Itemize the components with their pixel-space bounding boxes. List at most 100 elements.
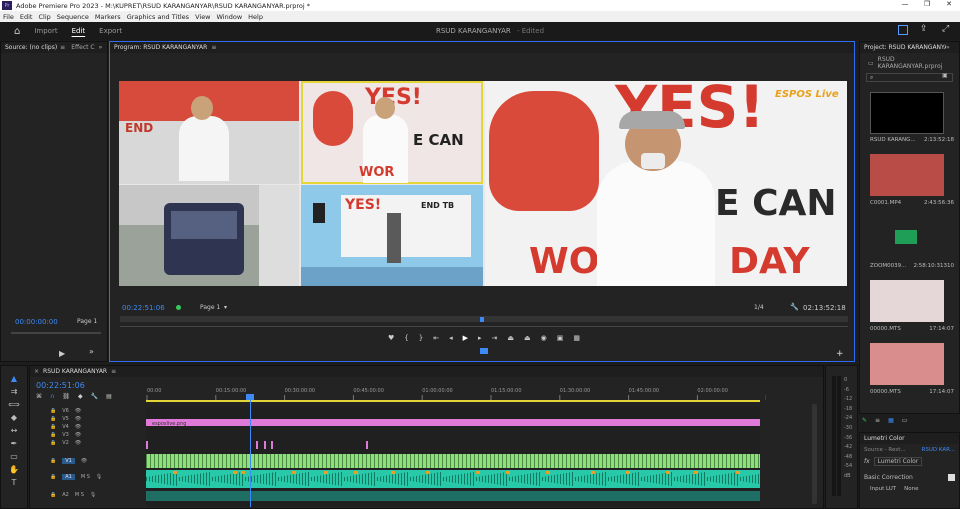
program-page[interactable]: Page 1 <box>200 304 220 311</box>
v1-clip-edge[interactable] <box>674 454 675 468</box>
a1-waveform[interactable] <box>191 475 192 483</box>
a1-waveform[interactable] <box>470 472 471 486</box>
step-forward-icon[interactable]: ▸ <box>478 334 482 342</box>
a1-marker[interactable] <box>173 471 177 474</box>
a1-waveform[interactable] <box>731 473 732 485</box>
a1-waveform[interactable] <box>425 474 426 484</box>
v1-clip-edge[interactable] <box>566 454 567 468</box>
step-back-icon[interactable]: ◂ <box>449 334 453 342</box>
track-select-icon[interactable]: ⇉ <box>11 387 18 396</box>
a1-waveform[interactable] <box>290 475 291 483</box>
a1-waveform[interactable] <box>386 475 387 483</box>
slip-tool-icon[interactable]: ↔ <box>11 426 18 435</box>
a1-waveform[interactable] <box>179 477 180 481</box>
lock-icon[interactable]: 🔒 <box>50 458 56 464</box>
lumetri-effect-select[interactable]: Lumetri Color <box>873 457 923 466</box>
v1-clip-edge[interactable] <box>454 454 455 468</box>
v1-clip-edge[interactable] <box>354 454 355 468</box>
v1-clip-edge[interactable] <box>642 454 643 468</box>
a1-waveform[interactable] <box>659 474 660 484</box>
v1-clip-edge[interactable] <box>418 454 419 468</box>
a1-waveform[interactable] <box>593 474 594 484</box>
v1-clip-edge[interactable] <box>670 454 671 468</box>
v1-clip-edge[interactable] <box>246 454 247 468</box>
basic-correction-label[interactable]: Basic Correction <box>864 474 913 481</box>
a1-waveform[interactable] <box>158 475 159 483</box>
v1-clip-edge[interactable] <box>470 454 471 468</box>
a1-waveform[interactable] <box>626 474 627 484</box>
v1-clip-edge[interactable] <box>326 454 327 468</box>
a1-waveform[interactable] <box>245 477 246 481</box>
a1-waveform[interactable] <box>266 473 267 485</box>
a1-waveform[interactable] <box>170 473 171 485</box>
a1-waveform[interactable] <box>671 472 672 486</box>
home-icon[interactable]: ⌂ <box>14 26 20 37</box>
a1-waveform[interactable] <box>305 472 306 486</box>
a1-marker[interactable] <box>736 471 740 474</box>
a1-waveform[interactable] <box>407 472 408 486</box>
v1-clip-edge[interactable] <box>362 454 363 468</box>
a1-waveform[interactable] <box>200 473 201 485</box>
v1-clip-edge[interactable] <box>502 454 503 468</box>
eye-icon[interactable]: 👁 <box>75 416 81 422</box>
a1-waveform[interactable] <box>749 475 750 483</box>
v1-clip-edge[interactable] <box>626 454 627 468</box>
mute-solo-icon[interactable]: M S <box>75 492 84 498</box>
v1-clip-edge[interactable] <box>542 454 543 468</box>
v1-clip-edge[interactable] <box>266 454 267 468</box>
v1-clip-edge[interactable] <box>754 454 755 468</box>
v1-clip-edge[interactable] <box>546 454 547 468</box>
v1-clip-edge[interactable] <box>742 454 743 468</box>
a1-waveform[interactable] <box>578 476 579 482</box>
v1-clip-edge[interactable] <box>646 454 647 468</box>
a1-waveform[interactable] <box>182 476 183 482</box>
v1-clip-edge[interactable] <box>750 454 751 468</box>
v1-clip-edge[interactable] <box>622 454 623 468</box>
a1-waveform[interactable] <box>341 472 342 486</box>
a1-waveform[interactable] <box>551 475 552 483</box>
a1-waveform[interactable] <box>410 477 411 481</box>
lumetri-sequence[interactable]: RSUD KAR... <box>922 447 955 453</box>
a1-marker[interactable] <box>476 471 480 474</box>
compare-icon[interactable]: ▣ <box>557 334 564 342</box>
wrench-icon[interactable]: 🔧 <box>790 303 799 311</box>
project-search-input[interactable]: ⌕ <box>866 73 953 82</box>
a1-marker[interactable] <box>324 471 328 474</box>
v1-clip-edge[interactable] <box>306 454 307 468</box>
v1-clip-edge[interactable] <box>514 454 515 468</box>
v1-clip-edge[interactable] <box>714 454 715 468</box>
v1-clip-edge[interactable] <box>722 454 723 468</box>
a1-waveform[interactable] <box>758 474 759 484</box>
a1-waveform[interactable] <box>743 476 744 482</box>
v1-clip-edge[interactable] <box>410 454 411 468</box>
v1-clip-edge[interactable] <box>394 454 395 468</box>
a1-waveform[interactable] <box>176 472 177 486</box>
v1-clip-edge[interactable] <box>314 454 315 468</box>
a1-waveform[interactable] <box>596 473 597 485</box>
list-view-icon[interactable]: ≡ <box>875 417 880 424</box>
razor-tool-icon[interactable]: ◆ <box>11 413 17 422</box>
a1-waveform[interactable] <box>317 476 318 482</box>
v1-clip-edge[interactable] <box>478 454 479 468</box>
v1-clip-edge[interactable] <box>462 454 463 468</box>
a1-waveform[interactable] <box>293 474 294 484</box>
eye-icon[interactable]: 👁 <box>75 424 81 430</box>
v1-clip-edge[interactable] <box>194 454 195 468</box>
a1-waveform[interactable] <box>530 473 531 485</box>
menu-window[interactable]: Window <box>217 13 243 21</box>
a1-waveform[interactable] <box>326 474 327 484</box>
icon-view-icon[interactable]: ▦ <box>888 417 894 424</box>
nest-icon[interactable]: ⌘ <box>36 393 42 400</box>
pencil-icon[interactable]: ✎ <box>862 417 867 424</box>
a1-waveform[interactable] <box>329 474 330 484</box>
page-dropdown-icon[interactable]: ▾ <box>224 304 227 311</box>
a1-waveform[interactable] <box>521 475 522 483</box>
lock-icon[interactable]: 🔒 <box>50 416 56 422</box>
marker-icon[interactable]: ♥ <box>388 334 394 342</box>
a1-waveform[interactable] <box>278 477 279 481</box>
hand-tool-icon[interactable]: ✋ <box>9 465 19 474</box>
play-icon[interactable]: ▶ <box>463 334 468 342</box>
v1-clip-edge[interactable] <box>550 454 551 468</box>
a1-waveform[interactable] <box>146 477 147 481</box>
v1-clip-edge[interactable] <box>222 454 223 468</box>
